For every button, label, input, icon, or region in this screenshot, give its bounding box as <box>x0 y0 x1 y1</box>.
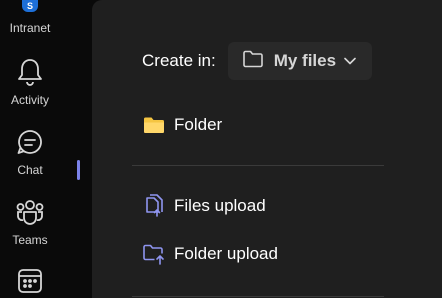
rail-item-intranet[interactable]: S Intranet <box>0 0 60 35</box>
chat-icon <box>0 128 60 159</box>
folder-upload-label: Folder upload <box>174 244 278 263</box>
location-value: My files <box>273 51 337 70</box>
folder-upload-item[interactable]: Folder upload <box>142 241 278 267</box>
create-in-row: Create in: My files <box>142 41 373 81</box>
rail-label: Teams <box>12 233 48 247</box>
selected-indicator <box>77 160 80 180</box>
folder-outline-icon <box>242 50 264 73</box>
new-folder-item[interactable]: Folder <box>142 112 222 138</box>
calendar-icon <box>0 268 60 297</box>
app-window: S Intranet Activity Chat Teams Create in… <box>0 0 442 298</box>
svg-text:S: S <box>27 1 33 11</box>
menu-divider <box>132 165 384 166</box>
rail-item-chat[interactable]: Chat <box>0 128 60 177</box>
rail-item-calendar[interactable] <box>0 268 60 297</box>
rail-label: Chat <box>17 163 43 177</box>
folder-icon <box>142 113 166 137</box>
rail-label: Activity <box>10 93 49 107</box>
location-dropdown[interactable]: My files <box>227 42 373 80</box>
bell-icon <box>0 58 60 89</box>
rail-label: Intranet <box>9 21 51 35</box>
folder-upload-icon <box>142 242 166 266</box>
rail-item-teams[interactable]: Teams <box>0 198 60 247</box>
files-upload-label: Files upload <box>174 196 266 215</box>
teams-icon <box>0 198 60 229</box>
new-folder-label: Folder <box>174 115 223 134</box>
intranet-icon: S <box>0 0 60 17</box>
chevron-down-icon <box>344 52 356 70</box>
create-in-label: Create in: <box>142 51 216 70</box>
app-rail: S Intranet Activity Chat Teams <box>0 0 72 298</box>
files-upload-item[interactable]: Files upload <box>142 193 266 219</box>
menu-divider <box>132 296 384 297</box>
file-upload-icon <box>142 194 166 218</box>
rail-item-activity[interactable]: Activity <box>0 58 60 107</box>
